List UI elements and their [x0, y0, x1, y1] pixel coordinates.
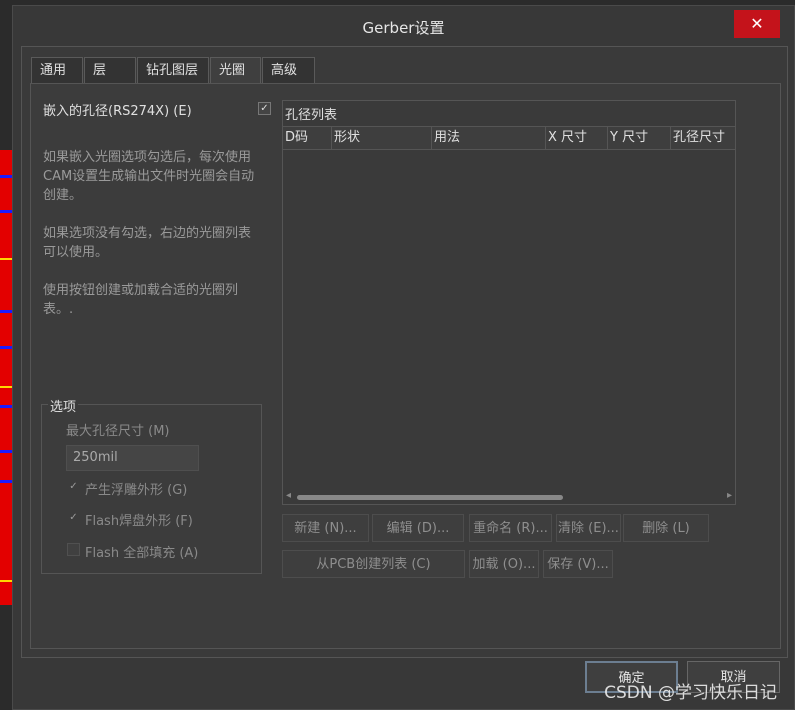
tab-advanced[interactable]: 高级 — [262, 57, 315, 83]
flash-all-fills-label: Flash 全部填充 (A) — [85, 546, 199, 561]
flash-pad-shapes-label: Flash焊盘外形 (F) — [85, 514, 193, 529]
pcb-trace — [0, 405, 12, 408]
scroll-left-icon[interactable]: ◂ — [286, 490, 291, 501]
max-aperture-size-input[interactable]: 250mil — [66, 445, 199, 471]
flash-pad-shapes-checkbox[interactable]: ✓ — [67, 512, 80, 525]
watermark: CSDN @学习快乐日记 — [604, 683, 777, 703]
column-y-size[interactable]: Y 尺寸 — [607, 127, 670, 149]
checkmark-icon: ✓ — [69, 481, 78, 492]
pcb-trace — [0, 258, 12, 260]
gerber-settings-dialog: Gerber设置 ✕ 通用 层 钻孔图层 光圈 高级 嵌入的孔径(RS274X)… — [12, 5, 795, 710]
horizontal-scrollbar[interactable]: ◂ ▸ — [283, 490, 735, 504]
close-button[interactable]: ✕ — [734, 10, 780, 38]
close-icon: ✕ — [750, 14, 764, 33]
new-button[interactable]: 新建 (N)... — [282, 514, 369, 542]
checkmark-icon: ✓ — [260, 103, 269, 114]
description-2: 如果选项没有勾选，右边的光圈列表可以使用。 — [43, 226, 252, 260]
title-bar: Gerber设置 ✕ — [13, 6, 794, 44]
description-3: 使用按钮创建或加载合适的光圈列表。. — [43, 283, 239, 317]
pcb-trace — [0, 346, 12, 349]
pcb-trace — [0, 450, 12, 453]
apertures-content: 嵌入的孔径(RS274X) (E) ✓ 如果嵌入光圈选项勾选后，每次使用CAM设… — [30, 83, 781, 649]
clear-button[interactable]: 清除 (E)... — [556, 514, 621, 542]
embedded-apertures-checkbox[interactable]: ✓ — [258, 102, 271, 115]
pcb-background — [0, 150, 12, 605]
flash-all-fills-checkbox[interactable] — [67, 543, 80, 556]
delete-button[interactable]: 删除 (L) — [623, 514, 709, 542]
tab-layers[interactable]: 层 — [84, 57, 136, 83]
embedded-apertures-label: 嵌入的孔径(RS274X) (E) — [43, 104, 192, 119]
generate-relief-label: 产生浮雕外形 (G) — [85, 483, 188, 498]
edit-button[interactable]: 编辑 (D)... — [372, 514, 464, 542]
tab-general[interactable]: 通用 — [31, 57, 83, 83]
pcb-trace — [0, 310, 12, 313]
pcb-trace — [0, 386, 12, 388]
column-x-size[interactable]: X 尺寸 — [545, 127, 607, 149]
description-1: 如果嵌入光圈选项勾选后，每次使用CAM设置生成输出文件时光圈会自动创建。 — [43, 150, 255, 203]
checkmark-icon: ✓ — [69, 512, 78, 523]
column-dcode[interactable]: D码 — [283, 127, 331, 149]
generate-relief-checkbox[interactable]: ✓ — [67, 481, 80, 494]
pcb-trace — [0, 210, 12, 213]
max-aperture-size-label: 最大孔径尺寸 (M) — [66, 424, 170, 439]
dialog-title: Gerber设置 — [362, 19, 445, 37]
load-button[interactable]: 加载 (O)... — [469, 550, 539, 578]
tab-panel: 通用 层 钻孔图层 光圈 高级 嵌入的孔径(RS274X) (E) ✓ 如果嵌入… — [21, 46, 788, 658]
pcb-trace — [0, 480, 12, 483]
column-usage[interactable]: 用法 — [431, 127, 545, 149]
save-button[interactable]: 保存 (V)... — [543, 550, 613, 578]
aperture-list[interactable]: 孔径列表 D码 形状 用法 X 尺寸 Y 尺寸 孔径尺寸 ◂ ▸ — [282, 100, 736, 505]
pcb-trace — [0, 175, 12, 178]
column-shape[interactable]: 形状 — [331, 127, 431, 149]
tab-apertures[interactable]: 光圈 — [210, 57, 261, 84]
options-group: 选项 最大孔径尺寸 (M) 250mil ✓ 产生浮雕外形 (G) ✓ Flas… — [41, 396, 262, 574]
tab-drill-drawing[interactable]: 钻孔图层 — [137, 57, 209, 83]
scroll-right-icon[interactable]: ▸ — [727, 490, 732, 501]
create-from-pcb-button[interactable]: 从PCB创建列表 (C) — [282, 550, 465, 578]
rename-button[interactable]: 重命名 (R)... — [469, 514, 552, 542]
pcb-trace — [0, 580, 12, 582]
scrollbar-thumb[interactable] — [297, 495, 563, 500]
column-hole-size[interactable]: 孔径尺寸 — [670, 127, 735, 149]
options-group-title: 选项 — [48, 396, 79, 415]
aperture-list-title: 孔径列表 — [285, 108, 338, 123]
